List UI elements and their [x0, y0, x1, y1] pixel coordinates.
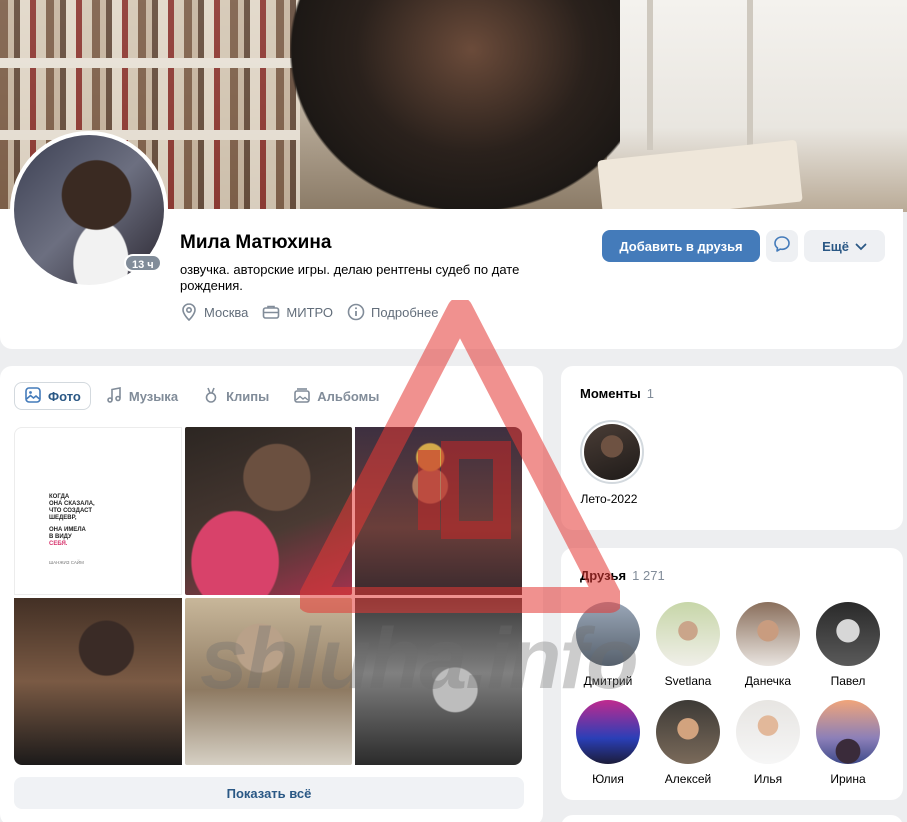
briefcase-icon [262, 303, 280, 321]
tab-clips[interactable]: Клипы [192, 382, 279, 410]
photo-thumbnail[interactable] [185, 427, 352, 595]
friend-item[interactable]: Данечка [736, 602, 800, 688]
photo-thumbnail[interactable] [355, 427, 522, 595]
more-button[interactable]: Ещё [804, 230, 885, 262]
friend-item[interactable]: Юлия [576, 700, 640, 786]
photo-icon [24, 386, 42, 407]
profile-meta: Москва МИТРО Подробнее [180, 303, 438, 321]
friend-name: Данечка [744, 674, 792, 688]
meta-city[interactable]: Москва [180, 303, 248, 321]
friends-title[interactable]: Друзья 1 271 [580, 568, 665, 583]
chevron-down-icon [855, 239, 867, 254]
location-pin-icon [180, 303, 198, 321]
clips-icon [202, 386, 220, 407]
moments-count: 1 [646, 386, 655, 401]
tab-photos[interactable]: Фото [14, 382, 91, 410]
music-icon [105, 386, 123, 407]
friend-name: Дмитрий [583, 674, 633, 688]
media-tabs: Фото Музыка Клипы Альбомы [14, 382, 389, 410]
meta-work[interactable]: МИТРО [262, 303, 333, 321]
message-button[interactable] [766, 230, 798, 262]
friend-avatar [576, 602, 640, 666]
albums-icon [293, 386, 311, 407]
friend-avatar [656, 700, 720, 764]
profile-status: озвучка. авторские игры. делаю рентгены … [180, 262, 520, 293]
friend-name: Илья [753, 772, 783, 786]
friends-count: 1 271 [632, 568, 665, 583]
tab-music[interactable]: Музыка [95, 382, 188, 410]
moments-title[interactable]: Моменты 1 [580, 386, 654, 401]
moments-card: Моменты 1 Лето-2022 [561, 366, 903, 530]
media-card: Фото Музыка Клипы Альбомы КОГДА ОНА СКАЗ… [0, 366, 543, 822]
photo-thumbnail[interactable] [14, 598, 182, 765]
tab-albums[interactable]: Альбомы [283, 382, 389, 410]
profile-name: Мила Матюхина [180, 232, 332, 253]
friend-item[interactable]: Алексей [656, 700, 720, 786]
friend-name: Павел [830, 674, 866, 688]
message-bubble-icon [773, 235, 791, 258]
quote-signature: ШАНЖИЗ САЙМ [49, 560, 84, 565]
friend-avatar [816, 602, 880, 666]
friend-name: Ирина [830, 772, 866, 786]
quote-text: КОГДА ОНА СКАЗАЛА, ЧТО СОЗДАСТ ШЕДЕВР, О… [49, 494, 95, 547]
friend-name: Svetlana [664, 674, 712, 688]
friend-avatar [736, 602, 800, 666]
friend-item[interactable]: Дмитрий [576, 602, 640, 688]
friend-name: Юлия [592, 772, 624, 786]
next-card-edge [561, 815, 903, 822]
photo-thumbnail[interactable] [185, 598, 352, 765]
moment-cover [584, 424, 640, 480]
friend-avatar [576, 700, 640, 764]
profile-page: 13 ч Мила Матюхина озвучка. авторские иг… [0, 0, 907, 822]
tab-photos-label: Фото [48, 388, 81, 404]
moment-item[interactable]: Лето-2022 [580, 420, 644, 506]
tab-clips-label: Клипы [226, 388, 270, 404]
photo-thumbnail[interactable] [355, 598, 522, 765]
friend-avatar [736, 700, 800, 764]
meta-city-label: Москва [204, 304, 249, 320]
friend-item[interactable]: Ирина [816, 700, 880, 786]
last-seen-badge: 13 ч [124, 254, 162, 272]
photo-grid: КОГДА ОНА СКАЗАЛА, ЧТО СОЗДАСТ ШЕДЕВР, О… [14, 427, 524, 765]
meta-details[interactable]: Подробнее [347, 303, 438, 321]
friend-avatar [816, 700, 880, 764]
show-all-button[interactable]: Показать всё [14, 777, 524, 809]
tab-albums-label: Альбомы [317, 388, 380, 404]
tab-music-label: Музыка [128, 388, 179, 404]
friend-avatar [656, 602, 720, 666]
meta-details-label: Подробнее [371, 304, 439, 320]
friends-card: Друзья 1 271 Дмитрий Svetlana Данечка Пав… [561, 548, 903, 800]
more-button-label: Ещё [822, 238, 849, 254]
friends-grid: Дмитрий Svetlana Данечка Павел Юлия Алек… [576, 602, 880, 786]
friend-name: Алексей [664, 772, 712, 786]
friend-item[interactable]: Павел [816, 602, 880, 688]
meta-work-label: МИТРО [286, 304, 334, 320]
photo-thumbnail[interactable]: КОГДА ОНА СКАЗАЛА, ЧТО СОЗДАСТ ШЕДЕВР, О… [14, 427, 182, 595]
add-friend-button[interactable]: Добавить в друзья [602, 230, 760, 262]
friend-item[interactable]: Илья [736, 700, 800, 786]
moment-label: Лето-2022 [580, 492, 638, 506]
friend-item[interactable]: Svetlana [656, 602, 720, 688]
info-icon [347, 303, 365, 321]
